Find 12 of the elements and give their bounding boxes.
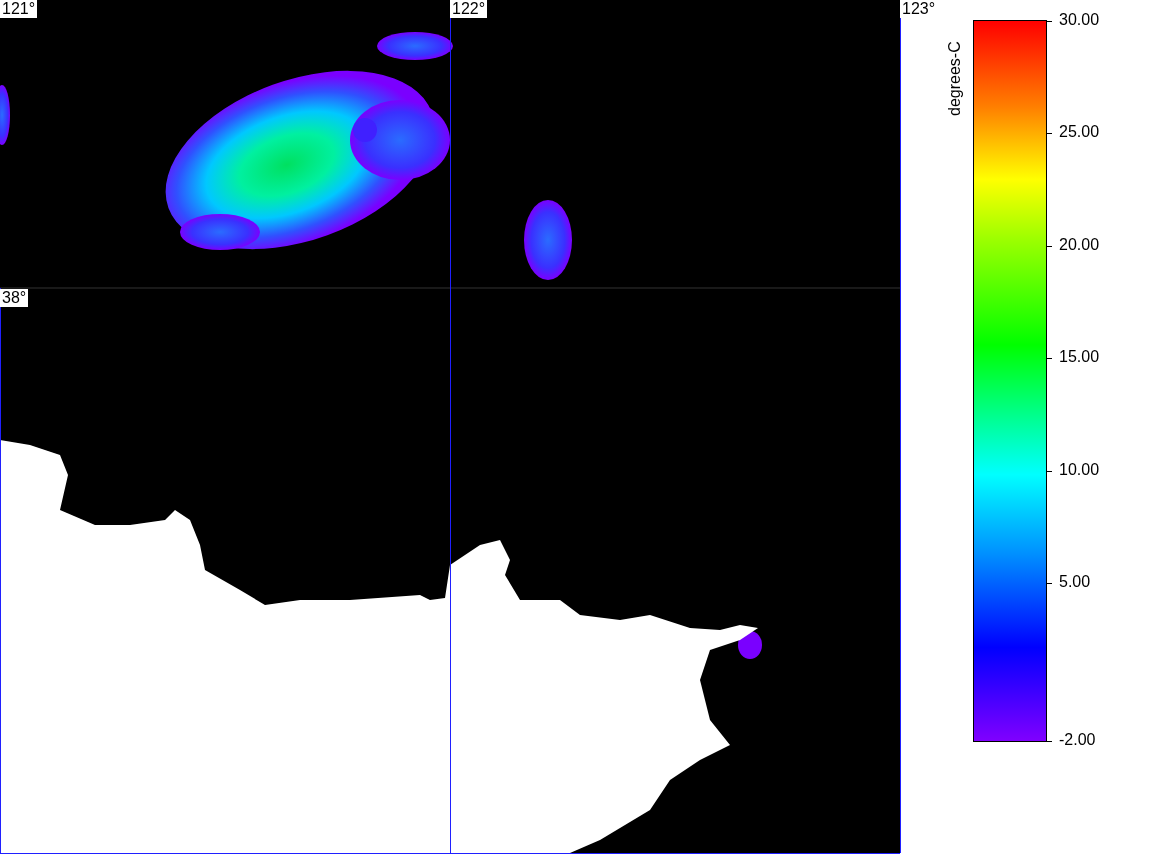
longitude-label: 121° bbox=[0, 0, 38, 18]
longitude-label: 122° bbox=[450, 0, 488, 18]
tick-label: 25.00 bbox=[1059, 123, 1100, 142]
longitude-label: 123° bbox=[900, 0, 938, 18]
colorbar-title: degrees-C bbox=[946, 41, 964, 116]
tick-label: 30.00 bbox=[1059, 11, 1100, 29]
tick-label: -2.00 bbox=[1059, 731, 1096, 749]
latitude-label: 38° bbox=[0, 289, 29, 307]
tick-label: 5.00 bbox=[1059, 572, 1091, 591]
tick-label: 15.00 bbox=[1059, 348, 1100, 367]
tick-label: 10.00 bbox=[1059, 460, 1100, 479]
tick-label: 20.00 bbox=[1059, 235, 1100, 254]
